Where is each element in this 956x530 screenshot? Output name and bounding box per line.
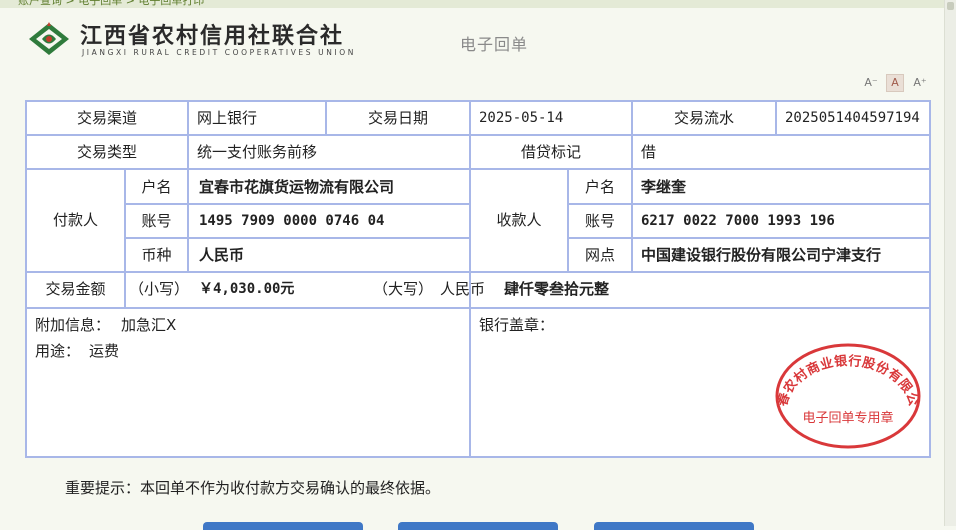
col-divider (469, 102, 471, 307)
date-value: 2025-05-14 (479, 110, 564, 126)
svg-text:宜春农村商业银行股份有限公司: 宜春农村商业银行股份有限公司 (773, 339, 921, 409)
row-divider (124, 237, 469, 239)
col-divider (775, 102, 777, 134)
payer-name-label: 户名 (141, 178, 172, 196)
type-value: 统一支付账务前移 (197, 143, 318, 161)
col-divider (187, 102, 189, 134)
payee-label: 收款人 (496, 211, 542, 229)
col-divider (469, 307, 471, 458)
payer-account-label: 账号 (141, 212, 172, 230)
channel-label: 交易渠道 (76, 109, 137, 127)
scrollbar[interactable] (944, 0, 956, 526)
date-label: 交易日期 (367, 109, 428, 127)
channel-value: 网上银行 (197, 109, 258, 127)
dc-value: 借 (641, 143, 657, 161)
seal-center-text: 电子回单专用章 (802, 410, 893, 426)
amount-big-currency: 人民币 (440, 280, 486, 298)
font-increase-button[interactable]: A⁺ (911, 74, 929, 92)
payee-branch-value: 中国建设银行股份有限公司宁津支行 (641, 246, 882, 264)
row-divider (27, 307, 929, 309)
amount-big-label: （大写） (373, 280, 434, 298)
row-divider (567, 237, 929, 239)
row-divider (124, 203, 469, 205)
payee-account-label: 账号 (584, 212, 615, 230)
extra-info-value: 加急汇X (121, 316, 177, 334)
bank-seal-stamp: 宜春农村商业银行股份有限公司 电子回单专用章 (773, 339, 921, 449)
bank-seal-label: 银行盖章： (479, 316, 555, 334)
breadcrumb[interactable]: 账户查询 > 电子回单 > 电子回单打印 (18, 0, 204, 8)
payer-account-value: 1495 7909 0000 0746 04 (199, 213, 385, 229)
payer-label: 付款人 (52, 211, 98, 229)
purpose-value: 运费 (89, 342, 120, 360)
serial-label: 交易流水 (673, 109, 734, 127)
bank-logo-icon (29, 22, 69, 55)
row-divider (27, 134, 929, 136)
payer-currency-label: 币种 (141, 246, 172, 264)
font-decrease-button[interactable]: A⁻ (862, 74, 880, 92)
purpose-label: 用途： (35, 342, 81, 360)
bank-name-en: JIANGXI RURAL CREDIT COOPERATIVES UNION (82, 48, 356, 57)
document-title: 电子回单 (460, 35, 529, 54)
col-divider (187, 134, 189, 168)
col-divider (631, 168, 633, 271)
action-button[interactable] (594, 522, 754, 530)
bank-name-cn: 江西省农村信用社联合社 (80, 24, 345, 49)
action-button[interactable] (398, 522, 558, 530)
payer-currency-value: 人民币 (199, 246, 245, 264)
col-divider (187, 168, 189, 271)
payee-name-label: 户名 (584, 178, 615, 196)
important-notice: 重要提示：本回单不作为收付款方交易确认的最终依据。 (65, 479, 441, 497)
payee-name-value: 李继奎 (641, 178, 687, 196)
payee-account-value: 6217 0022 7000 1993 196 (641, 213, 835, 229)
scrollbar-thumb[interactable] (947, 2, 954, 10)
amount-label: 交易金额 (45, 280, 106, 298)
payee-branch-label: 网点 (584, 246, 615, 264)
payer-name-value: 宜春市花旗货运物流有限公司 (199, 178, 395, 196)
extra-info-label: 附加信息： (35, 316, 111, 334)
font-reset-button[interactable]: A (886, 74, 904, 92)
dc-label: 借贷标记 (520, 143, 581, 161)
row-divider (567, 203, 929, 205)
serial-value: 2025051404597194 (785, 110, 920, 126)
type-label: 交易类型 (76, 143, 137, 161)
amount-small-value: ￥4,030.00元 (199, 281, 295, 297)
row-divider (27, 168, 929, 170)
action-button[interactable] (203, 522, 363, 530)
col-divider (631, 134, 633, 168)
row-divider (27, 271, 929, 273)
amount-big-value: 肆仟零叁拾元整 (504, 280, 610, 298)
col-divider (124, 271, 126, 307)
top-strip: 账户查询 > 电子回单 > 电子回单打印 (0, 0, 956, 8)
amount-small-label: （小写） (129, 280, 190, 298)
